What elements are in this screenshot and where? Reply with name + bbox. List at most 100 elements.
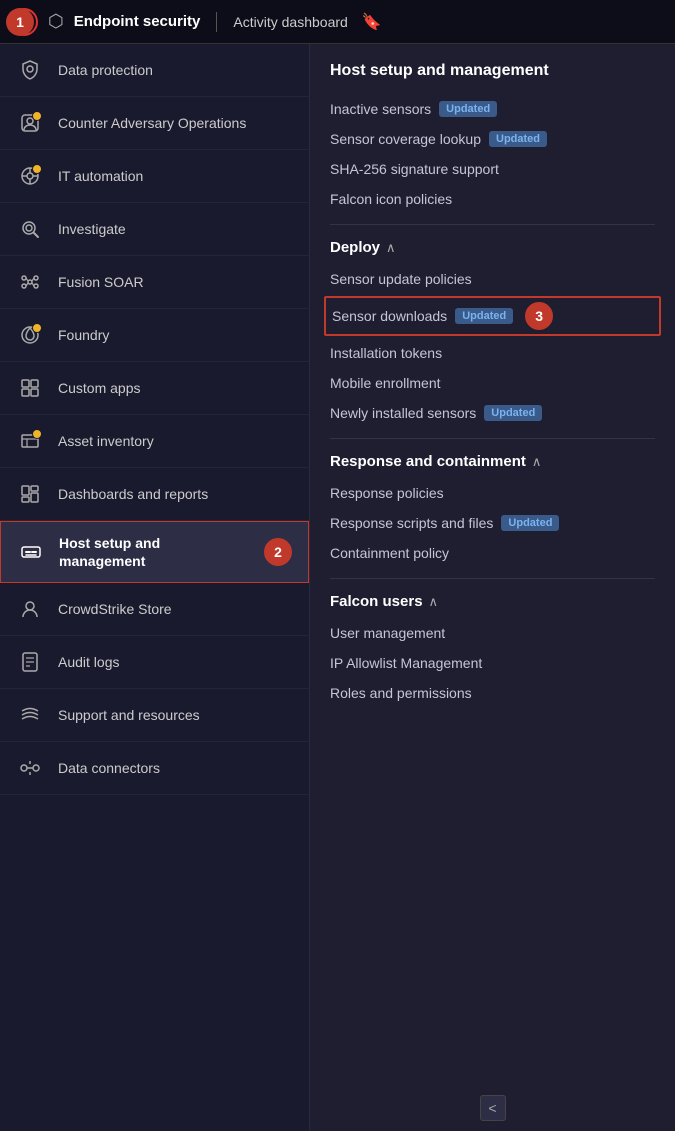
audit-logs-icon	[16, 648, 44, 676]
sidebar-item-support-resources[interactable]: Support and resources	[0, 689, 309, 742]
sidebar-item-asset-inventory[interactable]: Asset inventory	[0, 415, 309, 468]
deploy-chevron: ∧	[386, 240, 396, 256]
sidebar-label-support-resources: Support and resources	[58, 706, 200, 724]
topbar: ⬡ Endpoint security Activity dashboard 🔖	[0, 0, 675, 44]
sidebar-label-it-automation: IT automation	[58, 167, 143, 185]
sha-256-link[interactable]: SHA-256 signature support	[330, 154, 655, 184]
response-title: Response and containment	[330, 453, 526, 470]
installation-tokens-label: Installation tokens	[330, 345, 442, 361]
sidebar-label-investigate: Investigate	[58, 220, 126, 238]
crowdstrike-store-icon	[16, 595, 44, 623]
sidebar-item-foundry[interactable]: Foundry	[0, 309, 309, 362]
right-panel: Host setup and management Inactive senso…	[310, 44, 675, 1131]
response-policies-link[interactable]: Response policies	[330, 478, 655, 508]
falcon-icon-link[interactable]: Falcon icon policies	[330, 184, 655, 214]
sensor-downloads-link[interactable]: Sensor downloads Updated 3	[324, 296, 661, 336]
response-scripts-label: Response scripts and files	[330, 515, 493, 531]
newly-installed-sensors-label: Newly installed sensors	[330, 405, 476, 421]
sidebar-item-counter-adversary[interactable]: Counter Adversary Operations	[0, 97, 309, 150]
app-shield-icon: ⬡	[48, 11, 64, 32]
sidebar-label-custom-apps: Custom apps	[58, 379, 140, 397]
deploy-section-header[interactable]: Deploy ∧	[330, 239, 655, 256]
counter-adversary-icon	[16, 109, 44, 137]
mobile-enrollment-link[interactable]: Mobile enrollment	[330, 368, 655, 398]
sidebar-label-crowdstrike-store: CrowdStrike Store	[58, 600, 172, 618]
falcon-users-section-header[interactable]: Falcon users ∧	[330, 593, 655, 610]
sensor-coverage-label: Sensor coverage lookup	[330, 131, 481, 147]
deploy-title: Deploy	[330, 239, 380, 256]
foundry-icon	[16, 321, 44, 349]
it-automation-icon	[16, 162, 44, 190]
sidebar-label-asset-inventory: Asset inventory	[58, 432, 154, 450]
data-protection-icon	[16, 56, 44, 84]
sidebar-label-foundry: Foundry	[58, 326, 109, 344]
sidebar-item-investigate[interactable]: Investigate	[0, 203, 309, 256]
sensor-downloads-badge: Updated	[455, 308, 513, 324]
sidebar-label-dashboards: Dashboards and reports	[58, 485, 208, 503]
sidebar-item-fusion-soar[interactable]: Fusion SOAR	[0, 256, 309, 309]
asset-inventory-icon	[16, 427, 44, 455]
investigate-icon	[16, 215, 44, 243]
annotation-3: 3	[525, 302, 553, 330]
sidebar: Data protection Counter Adversary Operat…	[0, 44, 310, 1131]
annotation-2: 2	[264, 538, 292, 566]
sidebar-item-data-protection[interactable]: Data protection	[0, 44, 309, 97]
sidebar-item-host-setup[interactable]: Host setup and management 2	[0, 521, 309, 583]
response-chevron: ∧	[532, 454, 542, 470]
separator-3	[330, 578, 655, 579]
installation-tokens-link[interactable]: Installation tokens	[330, 338, 655, 368]
host-setup-icon	[17, 538, 45, 566]
falcon-icon-label: Falcon icon policies	[330, 191, 452, 207]
sensor-update-policies-link[interactable]: Sensor update policies	[330, 264, 655, 294]
falcon-users-chevron: ∧	[429, 594, 439, 610]
sensor-coverage-badge: Updated	[489, 131, 547, 147]
user-management-link[interactable]: User management	[330, 618, 655, 648]
sensor-downloads-label: Sensor downloads	[332, 308, 447, 324]
support-resources-icon	[16, 701, 44, 729]
containment-policy-label: Containment policy	[330, 545, 449, 561]
data-connectors-icon	[16, 754, 44, 782]
response-policies-label: Response policies	[330, 485, 444, 501]
scroll-indicator[interactable]: <	[480, 1095, 506, 1121]
sidebar-item-custom-apps[interactable]: Custom apps	[0, 362, 309, 415]
sidebar-item-audit-logs[interactable]: Audit logs	[0, 636, 309, 689]
custom-apps-icon	[16, 374, 44, 402]
sidebar-label-host-setup: Host setup and management	[59, 534, 246, 570]
falcon-users-title: Falcon users	[330, 593, 423, 610]
sensor-update-policies-label: Sensor update policies	[330, 271, 472, 287]
topbar-title: Endpoint security	[74, 13, 201, 30]
containment-policy-link[interactable]: Containment policy	[330, 538, 655, 568]
topbar-divider	[216, 12, 217, 32]
separator-2	[330, 438, 655, 439]
inactive-sensors-label: Inactive sensors	[330, 101, 431, 117]
bookmark-icon[interactable]: 🔖	[362, 12, 382, 32]
roles-permissions-link[interactable]: Roles and permissions	[330, 678, 655, 708]
sidebar-item-crowdstrike-store[interactable]: CrowdStrike Store	[0, 583, 309, 636]
right-content: Host setup and management Inactive senso…	[310, 44, 675, 1131]
activity-dashboard-link[interactable]: Activity dashboard	[233, 14, 347, 30]
mobile-enrollment-label: Mobile enrollment	[330, 375, 441, 391]
ip-allowlist-link[interactable]: IP Allowlist Management	[330, 648, 655, 678]
ip-allowlist-label: IP Allowlist Management	[330, 655, 482, 671]
sha-256-label: SHA-256 signature support	[330, 161, 499, 177]
newly-installed-sensors-link[interactable]: Newly installed sensors Updated	[330, 398, 655, 428]
sidebar-label-counter-adversary: Counter Adversary Operations	[58, 114, 246, 132]
sidebar-item-dashboards[interactable]: Dashboards and reports	[0, 468, 309, 521]
sidebar-label-data-protection: Data protection	[58, 61, 153, 79]
response-section-header[interactable]: Response and containment ∧	[330, 453, 655, 470]
fusion-soar-icon	[16, 268, 44, 296]
user-management-label: User management	[330, 625, 445, 641]
dashboards-icon	[16, 480, 44, 508]
response-scripts-badge: Updated	[501, 515, 559, 531]
sidebar-label-data-connectors: Data connectors	[58, 759, 160, 777]
separator-1	[330, 224, 655, 225]
roles-permissions-label: Roles and permissions	[330, 685, 472, 701]
inactive-sensors-link[interactable]: Inactive sensors Updated	[330, 94, 655, 124]
menu-icon[interactable]	[10, 8, 38, 36]
response-scripts-link[interactable]: Response scripts and files Updated	[330, 508, 655, 538]
inactive-sensors-badge: Updated	[439, 101, 497, 117]
sidebar-item-data-connectors[interactable]: Data connectors	[0, 742, 309, 795]
sidebar-item-it-automation[interactable]: IT automation	[0, 150, 309, 203]
main-layout: Data protection Counter Adversary Operat…	[0, 44, 675, 1131]
sensor-coverage-lookup-link[interactable]: Sensor coverage lookup Updated	[330, 124, 655, 154]
